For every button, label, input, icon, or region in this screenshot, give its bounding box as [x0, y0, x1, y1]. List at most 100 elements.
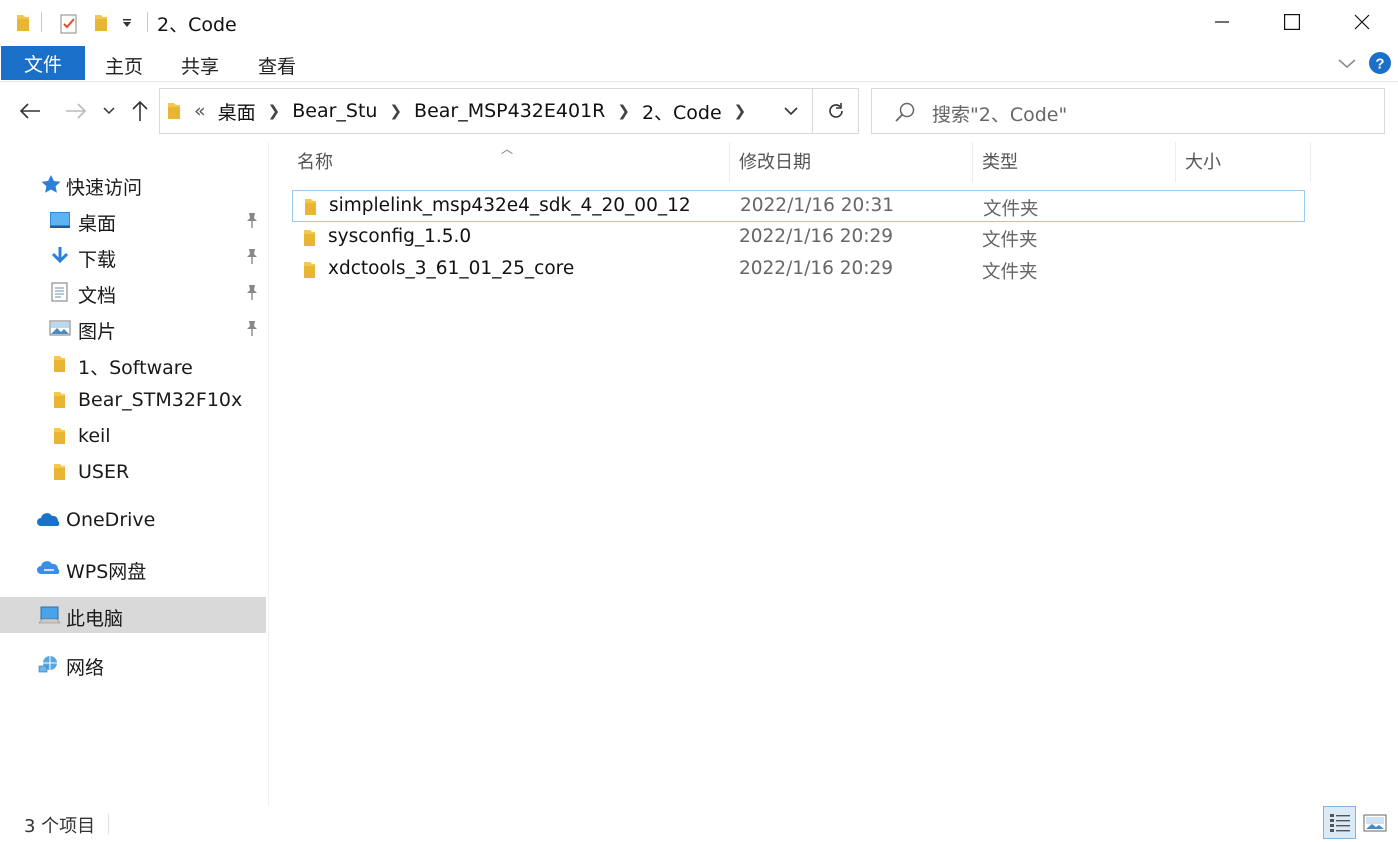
- navigation-pane: 快速访问 桌面 下载 文档 图片 1、Software Bear_STM32F1…: [0, 142, 268, 806]
- breadcrumb-overflow[interactable]: «: [194, 100, 206, 122]
- document-icon: [51, 282, 68, 302]
- properties-icon[interactable]: [58, 12, 80, 34]
- chevron-down-icon: [1338, 59, 1356, 68]
- column-header-type[interactable]: 类型: [982, 148, 1018, 180]
- pin-icon[interactable]: [244, 211, 260, 229]
- up-button[interactable]: [128, 96, 152, 126]
- table-row[interactable]: simplelink_msp432e4_sdk_4_20_00_12 2022/…: [292, 190, 1305, 222]
- column-header-size[interactable]: 大小: [1185, 148, 1221, 180]
- nav-label: OneDrive: [66, 509, 156, 531]
- nav-onedrive[interactable]: OneDrive: [0, 502, 266, 538]
- address-history-button[interactable]: [770, 88, 812, 134]
- nav-label: 1、Software: [78, 357, 193, 379]
- column-separator[interactable]: [729, 142, 730, 182]
- desktop-icon: [50, 212, 70, 228]
- chevron-right-icon[interactable]: ❯: [389, 102, 402, 120]
- status-item-count: 3 个项目: [24, 816, 96, 837]
- nav-label: 此电脑: [66, 608, 124, 630]
- column-header-modified[interactable]: 修改日期: [739, 148, 811, 180]
- folder-icon: [54, 392, 65, 408]
- sort-indicator-icon: ︿: [501, 142, 514, 156]
- large-icons-view-button[interactable]: [1358, 806, 1391, 839]
- details-view-icon: [1329, 813, 1350, 832]
- chevron-right-icon[interactable]: ❯: [617, 102, 630, 120]
- pin-icon[interactable]: [244, 283, 260, 301]
- close-button[interactable]: [1327, 0, 1397, 44]
- maximize-button[interactable]: [1257, 0, 1327, 44]
- download-icon: [51, 247, 69, 264]
- search-input[interactable]: 搜索"2、Code": [932, 100, 1067, 127]
- back-button[interactable]: [16, 96, 44, 126]
- column-separator[interactable]: [1175, 142, 1176, 182]
- help-button[interactable]: ?: [1368, 51, 1392, 75]
- nav-documents[interactable]: 文档: [0, 274, 266, 310]
- window-title: 2、Code: [157, 14, 237, 36]
- new-folder-icon[interactable]: [90, 12, 112, 34]
- column-separator[interactable]: [1310, 142, 1311, 182]
- breadcrumb-item[interactable]: Bear_Stu: [292, 100, 377, 122]
- search-box[interactable]: 搜索"2、Code": [871, 88, 1385, 134]
- status-separator: [108, 814, 109, 834]
- nav-wps[interactable]: WPS网盘: [0, 550, 266, 586]
- nav-label: USER: [78, 461, 130, 483]
- ribbon-tabs: 文件 主页 共享 查看 ?: [0, 44, 1398, 82]
- pin-icon[interactable]: [244, 247, 260, 265]
- folder-icon: [305, 199, 316, 215]
- folder-icon: [54, 428, 65, 444]
- svg-text:?: ?: [1375, 56, 1384, 73]
- nav-network[interactable]: 网络: [0, 646, 266, 682]
- network-icon: [38, 656, 57, 673]
- tab-view[interactable]: 查看: [258, 52, 296, 79]
- folder-icon: [304, 262, 315, 278]
- file-modified: 2022/1/16 20:31: [740, 195, 895, 216]
- nav-label: 文档: [78, 285, 117, 307]
- nav-downloads[interactable]: 下载: [0, 238, 266, 274]
- nav-this-pc[interactable]: 此电脑: [0, 597, 266, 633]
- minimize-button[interactable]: [1187, 0, 1257, 44]
- breadcrumb-item[interactable]: Bear_MSP432E401R: [414, 100, 605, 122]
- chevron-right-icon[interactable]: ❯: [734, 102, 747, 120]
- nav-folder-user[interactable]: USER: [0, 454, 266, 490]
- table-row[interactable]: sysconfig_1.5.0 2022/1/16 20:29 文件夹: [292, 222, 1305, 254]
- nav-pictures[interactable]: 图片: [0, 310, 266, 346]
- maximize-icon: [1284, 14, 1300, 30]
- nav-folder-keil[interactable]: keil: [0, 418, 266, 454]
- details-view-button[interactable]: [1323, 806, 1356, 839]
- table-row[interactable]: xdctools_3_61_01_25_core 2022/1/16 20:29…: [292, 254, 1305, 286]
- chevron-down-icon: [103, 107, 115, 115]
- toolbar-separator: [41, 12, 42, 32]
- nav-folder-software[interactable]: 1、Software: [0, 346, 266, 382]
- toolbar-separator: [147, 12, 148, 32]
- breadcrumb-item[interactable]: 2、Code: [642, 98, 722, 125]
- refresh-button[interactable]: [812, 88, 859, 134]
- minimize-icon: [1215, 21, 1229, 23]
- tab-home[interactable]: 主页: [105, 52, 143, 79]
- computer-icon: [38, 606, 60, 624]
- pane-divider[interactable]: [268, 142, 269, 806]
- folder-icon: [166, 101, 182, 121]
- nav-folder-stm32[interactable]: Bear_STM32F10x: [0, 382, 266, 418]
- arrow-up-icon: [132, 100, 148, 121]
- cloud-icon: [37, 513, 60, 526]
- column-separator[interactable]: [972, 142, 973, 182]
- recent-locations-button[interactable]: [100, 96, 118, 126]
- address-bar[interactable]: « 桌面 ❯ Bear_Stu ❯ Bear_MSP432E401R ❯ 2、C…: [159, 88, 859, 134]
- nav-label: keil: [78, 425, 111, 447]
- nav-label: WPS网盘: [66, 561, 147, 583]
- customize-toolbar-icon[interactable]: [118, 12, 136, 34]
- nav-quick-access[interactable]: 快速访问: [0, 166, 266, 202]
- tab-file[interactable]: 文件: [1, 46, 85, 80]
- breadcrumb-item[interactable]: 桌面: [218, 98, 256, 125]
- title-bar: 2、Code: [0, 0, 1398, 44]
- file-type: 文件夹: [982, 230, 1038, 251]
- forward-button[interactable]: [62, 96, 90, 126]
- nav-label: 网络: [66, 657, 105, 679]
- tab-share[interactable]: 共享: [181, 52, 219, 79]
- nav-label: 下载: [78, 249, 117, 271]
- pin-icon[interactable]: [244, 319, 260, 337]
- file-type: 文件夹: [983, 199, 1039, 220]
- expand-ribbon-button[interactable]: [1336, 52, 1358, 74]
- nav-desktop[interactable]: 桌面: [0, 202, 266, 238]
- chevron-right-icon[interactable]: ❯: [268, 102, 281, 120]
- column-header-name[interactable]: 名称: [297, 148, 333, 180]
